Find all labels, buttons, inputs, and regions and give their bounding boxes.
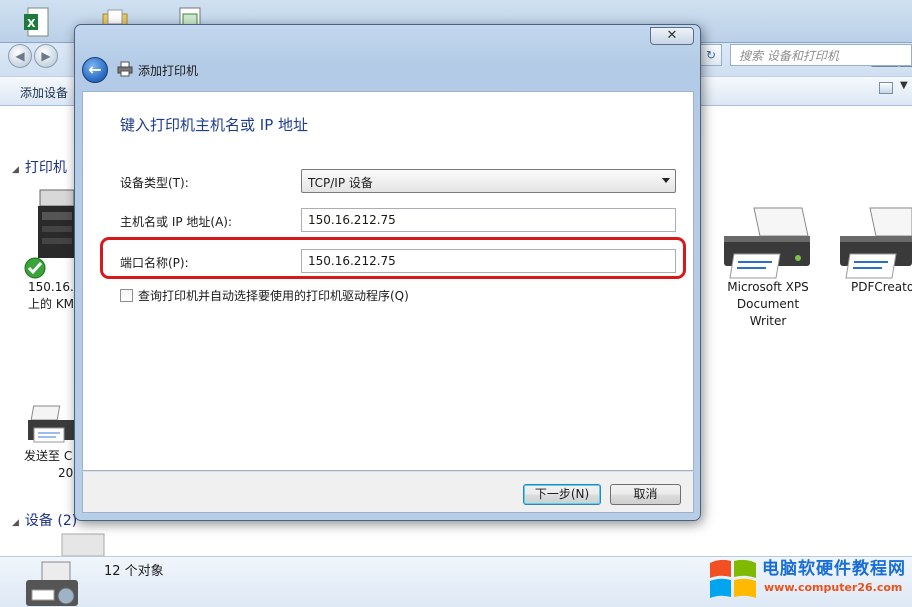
devices-group-label: 设备 (2) bbox=[24, 513, 78, 529]
printers-group-label: 打印机 bbox=[24, 160, 67, 176]
xps-printer-label[interactable]: Microsoft XPS Document Writer bbox=[712, 279, 824, 330]
status-printer-icon bbox=[26, 561, 78, 606]
watermark-site-name: 电脑软硬件教程网 bbox=[762, 559, 906, 579]
windows-logo-icon bbox=[710, 559, 756, 598]
dialog-close-button[interactable]: ✕ bbox=[650, 27, 694, 45]
next-button[interactable]: 下一步(N) bbox=[523, 484, 601, 505]
collapse-icon[interactable]: ◢ bbox=[12, 518, 19, 528]
default-check-icon bbox=[24, 257, 46, 279]
dialog-heading: 键入打印机主机名或 IP 地址 bbox=[120, 116, 309, 134]
xps-label-line1: Microsoft XPS bbox=[727, 280, 809, 294]
xps-label-line3: Writer bbox=[749, 314, 787, 328]
devices-group-header[interactable]: ◢ 设备 (2) bbox=[12, 510, 77, 530]
xps-label-line2: Document bbox=[736, 297, 800, 311]
dialog-body: 键入打印机主机名或 IP 地址 设备类型(T): TCP/IP 设备 主机名或 … bbox=[82, 91, 694, 471]
collapse-icon[interactable]: ◢ bbox=[12, 165, 19, 175]
send-to-printer-icon[interactable] bbox=[26, 404, 76, 448]
view-dropdown-icon[interactable]: ▼ bbox=[900, 80, 908, 91]
send-to-label[interactable]: 发送至 C 20 bbox=[24, 448, 73, 482]
query-printer-label[interactable]: 查询打印机并自动选择要使用的打印机驱动程序(Q) bbox=[138, 287, 409, 304]
view-options-icon[interactable] bbox=[879, 82, 893, 94]
xps-printer-icon[interactable] bbox=[720, 206, 814, 282]
excel-file-icon[interactable]: X bbox=[22, 6, 52, 40]
send-to-label-line2: 20 bbox=[58, 466, 74, 480]
back-arrow-icon[interactable]: ← bbox=[82, 57, 108, 83]
send-to-label-line1: 发送至 C bbox=[24, 449, 73, 463]
dialog-footer: 下一步(N) 取消 bbox=[82, 471, 694, 513]
status-object-count: 12 个对象 bbox=[104, 564, 164, 579]
svg-text:X: X bbox=[27, 17, 36, 30]
device-partial-icon[interactable] bbox=[60, 530, 106, 556]
device-type-label: 设备类型(T): bbox=[120, 176, 189, 190]
explorer-forward-button[interactable]: ▶ bbox=[34, 44, 58, 68]
cancel-button[interactable]: 取消 bbox=[610, 484, 681, 505]
km-printer-icon[interactable] bbox=[36, 186, 78, 260]
device-type-select[interactable]: TCP/IP 设备 bbox=[301, 169, 676, 193]
pdfcreator-printer-icon[interactable] bbox=[836, 206, 912, 282]
search-input[interactable]: 搜索 设备和打印机 bbox=[730, 44, 912, 66]
device-type-value: TCP/IP 设备 bbox=[308, 176, 373, 190]
dialog-title: 添加打印机 bbox=[138, 64, 199, 78]
pdfcreator-label[interactable]: PDFCreato bbox=[851, 279, 912, 296]
printer-icon bbox=[117, 61, 133, 77]
hostname-label: 主机名或 IP 地址(A): bbox=[120, 215, 233, 229]
add-device-command[interactable]: 添加设备 bbox=[20, 84, 68, 101]
port-highlight-annotation bbox=[100, 237, 686, 279]
query-printer-checkbox[interactable] bbox=[120, 289, 133, 302]
explorer-back-button[interactable]: ◀ bbox=[8, 44, 32, 68]
hostname-input[interactable]: 150.16.212.75 bbox=[301, 208, 676, 232]
watermark-url: www.computer26.com bbox=[764, 581, 903, 594]
refresh-button[interactable]: ↻ bbox=[700, 44, 722, 66]
chevron-down-icon[interactable] bbox=[662, 178, 670, 183]
printers-group-header[interactable]: ◢ 打印机 bbox=[12, 157, 67, 177]
explorer-nav-buttons: ◀ ▶ bbox=[8, 44, 64, 68]
